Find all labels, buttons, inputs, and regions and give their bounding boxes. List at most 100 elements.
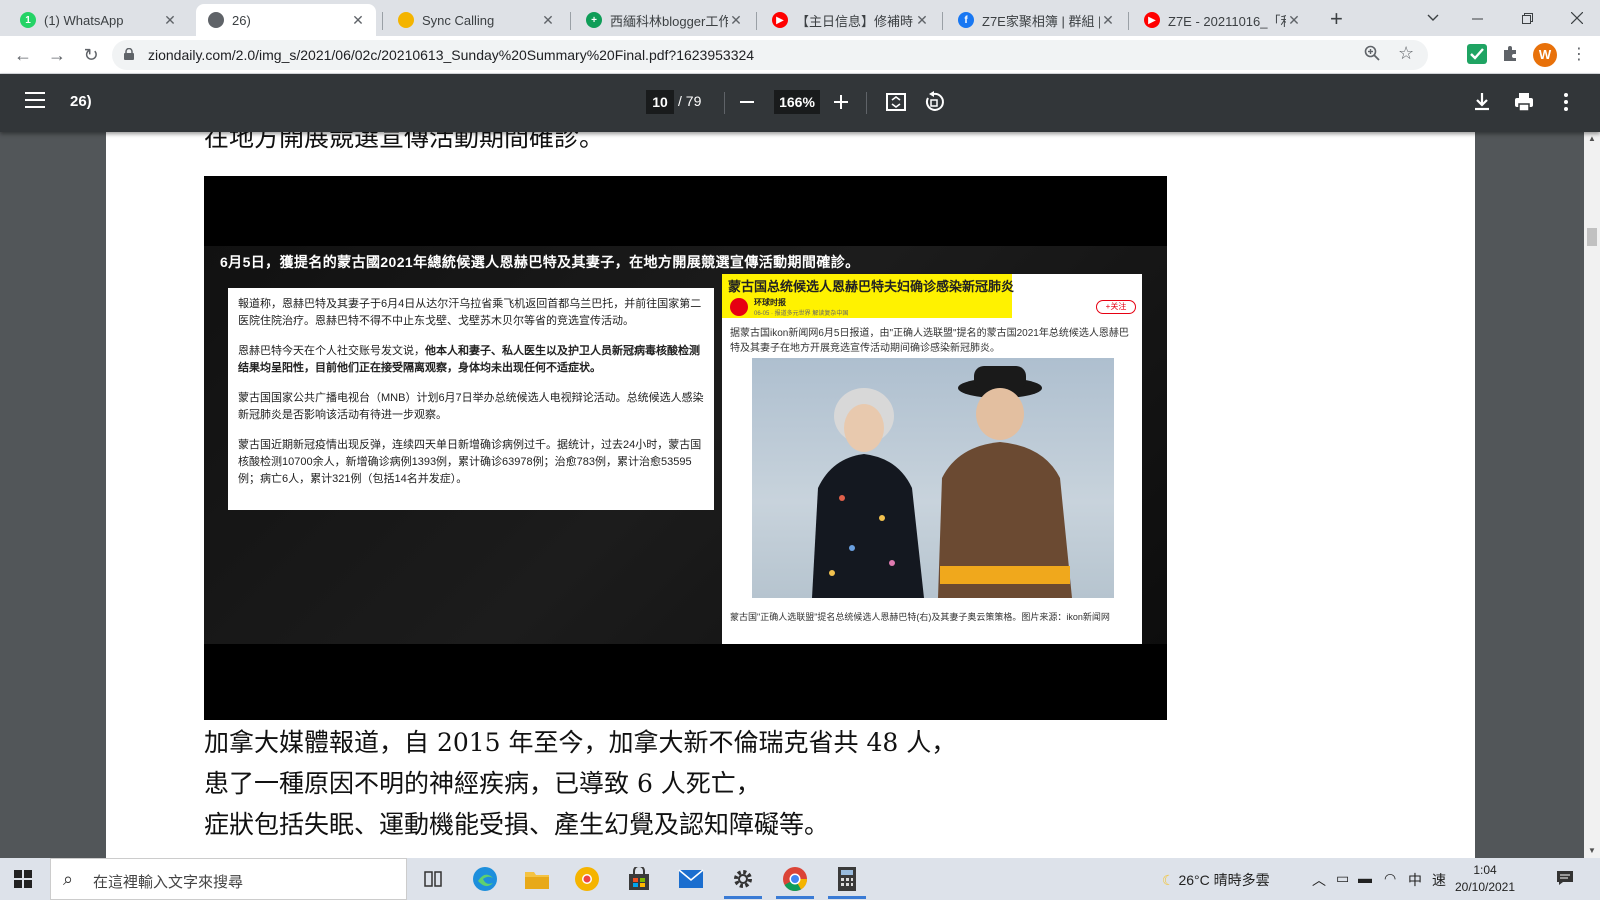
extension-check-icon[interactable] — [1467, 44, 1487, 64]
input-method-indicator[interactable]: 中 — [1408, 870, 1422, 890]
address-bar[interactable]: ziondaily.com/2.0/img_s/2021/06/02c/2021… — [112, 40, 1428, 70]
battery-icon[interactable]: ▬ — [1358, 870, 1372, 886]
article-body: 据蒙古国ikon新闻网6月5日报道，由"正确人选联盟"提名的蒙古国2021年总统… — [730, 328, 1129, 354]
profile-avatar[interactable]: W — [1533, 43, 1557, 67]
chrome-icon[interactable] — [780, 864, 810, 894]
zoom-in-button[interactable] — [834, 86, 848, 122]
article-paragraph: 恩赫巴特今天在个人社交账号发文说，他本人和妻子、私人医生以及护卫人员新冠病毒核酸… — [238, 343, 704, 377]
pdf-viewport[interactable]: 在地方開展競選宣傳活動期間確診。 6月5日，獲提名的蒙古國2021年總統候選人恩… — [0, 132, 1584, 858]
minimize-button[interactable] — [1454, 0, 1500, 36]
paragraph-line: 患了一種原因不明的神經疾病，已導致 6 人死亡， — [204, 769, 761, 798]
zoom-level-input[interactable]: 166% — [774, 90, 820, 114]
close-window-button[interactable] — [1554, 0, 1600, 36]
tab-close-icon[interactable]: ✕ — [914, 12, 930, 29]
tab-separator — [382, 12, 383, 30]
extensions-puzzle-icon[interactable] — [1500, 44, 1520, 64]
scrollbar-thumb[interactable] — [1587, 228, 1597, 246]
tab-separator — [756, 12, 757, 30]
news-screenshot-image: 6月5日，獲提名的蒙古國2021年總統候選人恩赫巴特及其妻子，在地方開展競選宣傳… — [204, 176, 1167, 720]
active-app-indicator — [724, 896, 762, 899]
tab-close-icon[interactable]: ✕ — [1100, 12, 1116, 29]
tab-search-button[interactable] — [1410, 0, 1456, 36]
zoom-indicator-icon[interactable] — [1364, 45, 1380, 65]
download-icon[interactable] — [1470, 90, 1494, 114]
active-app-indicator — [776, 896, 814, 899]
tab-close-icon[interactable]: ✕ — [162, 12, 178, 29]
device-icon[interactable]: ▭ — [1336, 870, 1349, 887]
taskbar-search-box[interactable]: ⌕ 在這裡輸入文字來搜尋 — [50, 858, 407, 900]
settings-gear-icon[interactable] — [728, 864, 758, 894]
store-icon[interactable] — [624, 864, 654, 894]
scroll-up-arrow-icon[interactable]: ▲ — [1588, 134, 1596, 143]
wifi-icon[interactable]: ◠ — [1384, 870, 1396, 887]
browser-tab[interactable]: 1 (1) WhatsApp ✕ — [8, 4, 188, 36]
page-number-input[interactable]: 10 — [646, 90, 674, 114]
page-total: / 79 — [678, 93, 702, 109]
paragraph-line: 在地方開展競選宣傳活動期間確診。 — [204, 132, 605, 152]
clock-date: 20/10/2021 — [1454, 880, 1516, 894]
clock-time: 1:04 — [1473, 863, 1497, 877]
task-view-icon[interactable] — [418, 864, 448, 894]
url-path: /2.0/img_s/2021/06/02c/20210613_Sunday%2… — [231, 47, 755, 63]
input-mode-indicator[interactable]: 速 — [1432, 870, 1446, 890]
restore-button[interactable] — [1504, 0, 1550, 36]
kebab-menu-icon: ⋮ — [1571, 46, 1587, 63]
pdf-title: 26) — [70, 93, 92, 110]
tab-title: Sync Calling — [422, 12, 495, 28]
kebab-menu-icon[interactable] — [1554, 90, 1578, 114]
tab-close-icon[interactable]: ✕ — [350, 12, 366, 29]
tab-close-icon[interactable]: ✕ — [728, 12, 744, 29]
paragraph-text: 蒙古国近期新冠疫情出现反弹，连续四天单日新增确诊病例过千。据统计，过去24小时，… — [238, 439, 702, 485]
browser-tab[interactable]: ▶ Z7E - 20211016_「利 ✕ — [1132, 4, 1312, 36]
paragraph-block: 加拿大媒體報道，自 2015 年至今，加拿大新不倫瑞克省共 48 人， 患了一種原… — [204, 722, 956, 845]
paragraph-text: 蒙古国国家公共广播电视台（MNB）计划6月7日举办总统候选人电视辩论活动。总统候… — [238, 392, 704, 421]
paragraph-line: 症狀包括失眠、運動機能受損、產生幻覺及認知障礙等。 — [204, 810, 830, 839]
toolbar-divider — [866, 92, 867, 114]
chrome-canary-icon[interactable] — [572, 864, 602, 894]
pdf-page: 在地方開展競選宣傳活動期間確診。 6月5日，獲提名的蒙古國2021年總統候選人恩… — [106, 132, 1475, 858]
browser-menu-button[interactable]: ⋮ — [1568, 44, 1590, 66]
tab-title: 26) — [232, 12, 251, 28]
fit-to-page-icon[interactable] — [884, 90, 908, 114]
tab-close-icon[interactable]: ✕ — [540, 12, 556, 29]
tab-title: 西緬科林blogger工作 — [610, 13, 728, 29]
browser-tab[interactable]: f Z7E家聚相簿 | 群組 | F ✕ — [946, 4, 1126, 36]
back-button[interactable]: ← — [12, 44, 34, 66]
arrow-left-icon: ← — [14, 45, 32, 65]
notification-icon[interactable] — [1556, 870, 1574, 886]
hamburger-menu-icon[interactable] — [25, 92, 45, 108]
edge-browser-icon[interactable] — [470, 864, 500, 894]
bookmark-star-icon[interactable]: ☆ — [1398, 43, 1414, 64]
globe-icon — [208, 12, 224, 28]
photo-caption: 蒙古国"正确人选联盟"提名总统候选人恩赫巴特(右)及其妻子奥云策策格。图片来源：… — [730, 612, 1110, 622]
show-hidden-icons-icon[interactable]: ︿ — [1312, 870, 1326, 890]
browser-tab[interactable]: 26) ✕ — [196, 4, 376, 36]
browser-tab[interactable]: + 西緬科林blogger工作 ✕ — [574, 4, 754, 36]
source-name: 环球时报 — [754, 298, 786, 307]
article-text-panel: 報道称，恩赫巴特及其妻子于6月4日从达尔汗乌拉省乘飞机返回首都乌兰巴托，并前往国… — [228, 288, 714, 510]
tab-title: (1) WhatsApp — [44, 12, 124, 28]
browser-tab[interactable]: Sync Calling ✕ — [386, 4, 566, 36]
mail-icon[interactable] — [676, 864, 706, 894]
tab-close-icon[interactable]: ✕ — [1286, 12, 1302, 29]
weather-widget[interactable]: ☾ 26°C 晴時多雲 — [1162, 870, 1270, 890]
calculator-icon[interactable] — [832, 864, 862, 894]
file-explorer-icon[interactable] — [522, 864, 552, 894]
url-text[interactable]: ziondaily.com/2.0/img_s/2021/06/02c/2021… — [148, 47, 754, 63]
reload-button[interactable]: ↻ — [80, 44, 102, 66]
forward-button[interactable]: → — [46, 44, 68, 66]
scroll-down-arrow-icon[interactable]: ▼ — [1588, 846, 1596, 855]
sheets-icon: + — [586, 12, 602, 28]
zoom-out-button[interactable] — [740, 86, 754, 122]
toolbar-divider — [724, 92, 725, 114]
new-tab-button[interactable]: + — [1330, 6, 1343, 32]
windows-start-icon[interactable] — [14, 870, 32, 888]
print-icon[interactable] — [1512, 90, 1536, 114]
system-clock[interactable]: 1:04 20/10/2021 — [1448, 862, 1522, 896]
article-paragraph: 報道称，恩赫巴特及其妻子于6月4日从达尔汗乌拉省乘飞机返回首都乌兰巴托，并前往国… — [238, 296, 704, 330]
rotate-icon[interactable] — [922, 90, 946, 114]
paragraph-text: 恩赫巴特今天在个人社交账号发文说， — [238, 345, 425, 357]
vertical-scrollbar[interactable]: ▲ ▼ — [1584, 132, 1600, 858]
browser-tab[interactable]: ▶ 【主日信息】修補時間 ✕ — [760, 4, 940, 36]
url-host: ziondaily.com — [148, 47, 232, 63]
